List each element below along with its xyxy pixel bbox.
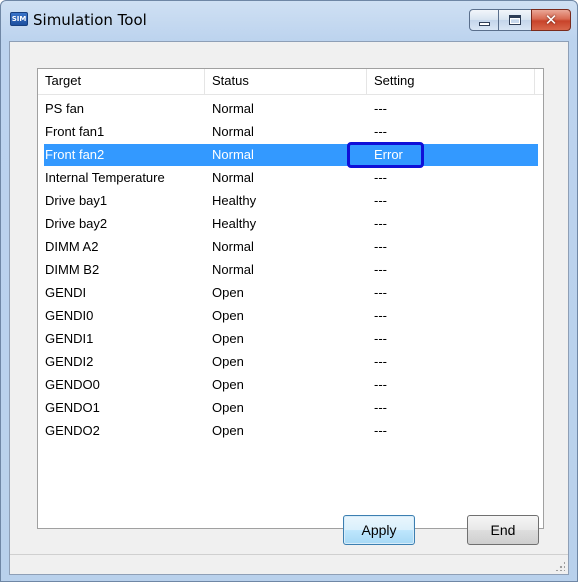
cell-status: Normal <box>212 101 254 116</box>
setting-callout-box <box>347 142 424 168</box>
cell-status: Open <box>212 423 244 438</box>
maximize-button[interactable] <box>498 9 532 31</box>
cell-setting: --- <box>374 354 387 369</box>
table-row[interactable]: GENDI2 Open --- <box>38 351 543 374</box>
cell-setting: --- <box>374 170 387 185</box>
cell-setting: --- <box>374 193 387 208</box>
table-row[interactable]: GENDI0 Open --- <box>38 305 543 328</box>
cell-status: Open <box>212 308 244 323</box>
column-header-setting[interactable]: Setting <box>367 69 535 95</box>
close-icon: ✕ <box>544 10 558 29</box>
cell-status: Open <box>212 285 244 300</box>
resize-grip-icon[interactable] <box>555 561 565 571</box>
table-row[interactable]: Drive bay2 Healthy --- <box>38 213 543 236</box>
cell-setting: --- <box>374 331 387 346</box>
cell-target: DIMM A2 <box>45 239 99 254</box>
cell-status: Open <box>212 354 244 369</box>
cell-target: GENDO0 <box>45 377 100 392</box>
app-icon: SIM <box>10 12 28 26</box>
cell-setting: --- <box>374 285 387 300</box>
cell-setting: --- <box>374 308 387 323</box>
table-row[interactable]: PS fan Normal --- <box>38 98 543 121</box>
window-title: Simulation Tool <box>33 11 147 29</box>
cell-target: Front fan1 <box>45 124 105 139</box>
cell-target: Drive bay1 <box>45 193 108 208</box>
caption-buttons: ✕ <box>469 9 571 31</box>
cell-target: GENDI1 <box>45 331 94 346</box>
cell-status: Open <box>212 331 244 346</box>
cell-status: Normal <box>212 170 254 185</box>
cell-setting: --- <box>374 101 387 116</box>
table-row[interactable]: GENDI1 Open --- <box>38 328 543 351</box>
table-row[interactable]: GENDO2 Open --- <box>38 420 543 443</box>
cell-target: GENDO1 <box>45 400 100 415</box>
minimize-icon <box>478 22 490 26</box>
cell-status: Normal <box>212 262 254 277</box>
cell-setting: --- <box>374 216 387 231</box>
cell-target: GENDI <box>45 285 87 300</box>
cell-status: Normal <box>212 124 254 139</box>
status-bar <box>10 554 568 574</box>
table-row[interactable]: Front fan1 Normal --- <box>38 121 543 144</box>
cell-target: Internal Temperature <box>45 170 165 185</box>
cell-status: Open <box>212 400 244 415</box>
cell-target: Front fan2 <box>45 147 105 162</box>
column-header-status[interactable]: Status <box>205 69 367 95</box>
close-button[interactable]: ✕ <box>531 9 571 31</box>
apply-button[interactable]: Apply <box>343 515 415 545</box>
table-row[interactable]: GENDI Open --- <box>38 282 543 305</box>
list-rows: PS fan Normal --- Front fan1 Normal --- Front … <box>38 98 543 443</box>
cell-target: GENDO2 <box>45 423 100 438</box>
cell-setting: --- <box>374 124 387 139</box>
table-row[interactable]: DIMM A2 Normal --- <box>38 236 543 259</box>
maximize-icon <box>509 15 521 25</box>
column-header-target[interactable]: Target <box>38 69 205 95</box>
table-row[interactable]: Internal Temperature Normal --- <box>38 167 543 190</box>
cell-target: Drive bay2 <box>45 216 108 231</box>
cell-target: DIMM B2 <box>45 262 100 277</box>
end-button[interactable]: End <box>467 515 539 545</box>
table-row[interactable]: Drive bay1 Healthy --- <box>38 190 543 213</box>
title-bar[interactable]: SIM Simulation Tool ✕ <box>1 1 577 41</box>
table-row[interactable]: DIMM B2 Normal --- <box>38 259 543 282</box>
app-window: SIM Simulation Tool ✕ Target Status Sett… <box>0 0 578 582</box>
target-list-view[interactable]: Target Status Setting PS fan Normal --- Fro… <box>37 68 544 529</box>
cell-target: PS fan <box>45 101 85 116</box>
list-header: Target Status Setting <box>38 69 543 95</box>
table-row[interactable]: GENDO1 Open --- <box>38 397 543 420</box>
table-row[interactable]: GENDO0 Open --- <box>38 374 543 397</box>
cell-status: Open <box>212 377 244 392</box>
cell-status: Healthy <box>212 193 257 208</box>
table-row[interactable]: Front fan2 Normal Error <box>38 142 543 168</box>
cell-target: GENDI2 <box>45 354 94 369</box>
cell-status: Healthy <box>212 216 257 231</box>
cell-status: Normal <box>212 147 254 162</box>
cell-setting: --- <box>374 400 387 415</box>
cell-setting: --- <box>374 262 387 277</box>
cell-setting: --- <box>374 239 387 254</box>
cell-setting: --- <box>374 377 387 392</box>
minimize-button[interactable] <box>469 9 499 31</box>
cell-status: Normal <box>212 239 254 254</box>
dialog-client-area: Target Status Setting PS fan Normal --- Fro… <box>9 41 569 575</box>
cell-target: GENDI0 <box>45 308 94 323</box>
cell-setting: --- <box>374 423 387 438</box>
